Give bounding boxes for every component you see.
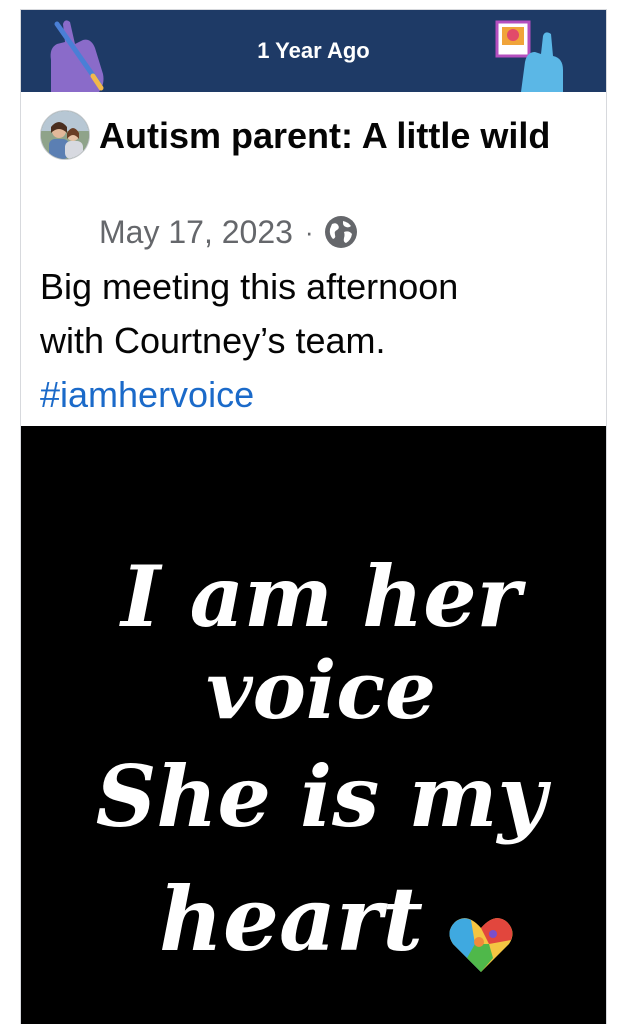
- quote-line-2: voice: [206, 643, 436, 737]
- memory-header: 1 Year Ago: [21, 10, 606, 92]
- meta-separator: ·: [304, 216, 314, 247]
- post-header: Autism parent: A little wild May 17, 202…: [21, 92, 606, 262]
- quote-graphic: I am her voice She is my heart: [21, 426, 606, 1024]
- memory-card: 1 Year Ago Autism parent: A little wild …: [20, 9, 607, 1024]
- author-name[interactable]: Autism parent: A little wild: [99, 110, 569, 162]
- quote-line-3: She is my: [96, 747, 552, 846]
- hand-photo-icon: [495, 20, 563, 92]
- post-text-line-1: Big meeting this afternoon: [40, 266, 459, 307]
- post-body: Big meeting this afternoon with Courtney…: [40, 260, 590, 422]
- author-avatar[interactable]: [40, 110, 90, 160]
- quote-line-4: heart: [159, 867, 423, 971]
- post-meta: May 17, 2023 ·: [99, 212, 358, 252]
- quote-line-1: I am her: [119, 547, 527, 646]
- post-text-line-2: with Courtney’s team.: [40, 320, 386, 361]
- avatar-photo: [41, 111, 89, 159]
- hashtag-link[interactable]: #iamhervoice: [40, 368, 590, 422]
- post-date[interactable]: May 17, 2023: [99, 214, 293, 251]
- post-image[interactable]: I am her voice She is my heart: [21, 426, 606, 1024]
- globe-icon: [324, 216, 357, 248]
- screen: 1 Year Ago Autism parent: A little wild …: [0, 0, 625, 1024]
